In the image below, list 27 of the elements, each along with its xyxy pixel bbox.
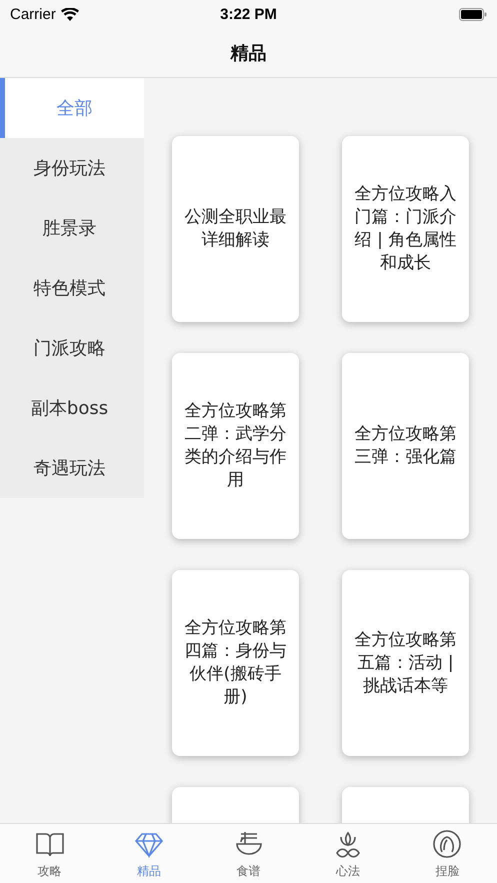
tab-bar-item[interactable]: 食谱 [198, 824, 298, 883]
wifi-icon [60, 8, 79, 20]
face-icon [431, 828, 464, 860]
article-card[interactable]: 全方位攻略入门篇：门派介绍 | 角色属性和成长 [342, 136, 469, 322]
category-item[interactable]: 奇遇玩法 [0, 438, 144, 498]
category-item[interactable]: 胜景录 [0, 198, 144, 258]
tab-label: 心法 [336, 862, 360, 880]
article-card[interactable]: 公测全职业最详细解读 [172, 136, 299, 322]
article-card[interactable]: 全方位攻略第四篇：身份与伙伴(搬砖手册) [172, 570, 299, 756]
article-card[interactable]: 全方位攻略第五篇：活动 | 挑战话本等 [342, 570, 469, 756]
status-time: 3:22 PM [220, 6, 277, 22]
category-item[interactable]: 特色模式 [0, 258, 144, 318]
tab-label: 食谱 [236, 862, 261, 880]
carrier-name: Carrier [10, 6, 56, 22]
tab-label: 攻略 [38, 862, 62, 880]
category-item[interactable]: 身份玩法 [0, 138, 144, 198]
category-item[interactable]: 副本boss [0, 378, 144, 438]
tab-label: 精品 [137, 862, 162, 880]
article-card[interactable]: 全方位攻略第三弹：强化篇 [342, 353, 469, 539]
tab-label: 捏脸 [435, 862, 460, 880]
category-item[interactable]: 门派攻略 [0, 318, 144, 378]
tab-bar-item[interactable]: 捏脸 [398, 824, 497, 883]
tab-bar-item[interactable]: 攻略 [0, 824, 100, 883]
page-title: 精品 [230, 42, 266, 64]
tab-bar-item[interactable]: 心法 [298, 824, 398, 883]
battery-icon [458, 8, 487, 20]
article-card[interactable]: 全方位攻略第二弹：武学分类的介绍与作用 [172, 353, 299, 539]
